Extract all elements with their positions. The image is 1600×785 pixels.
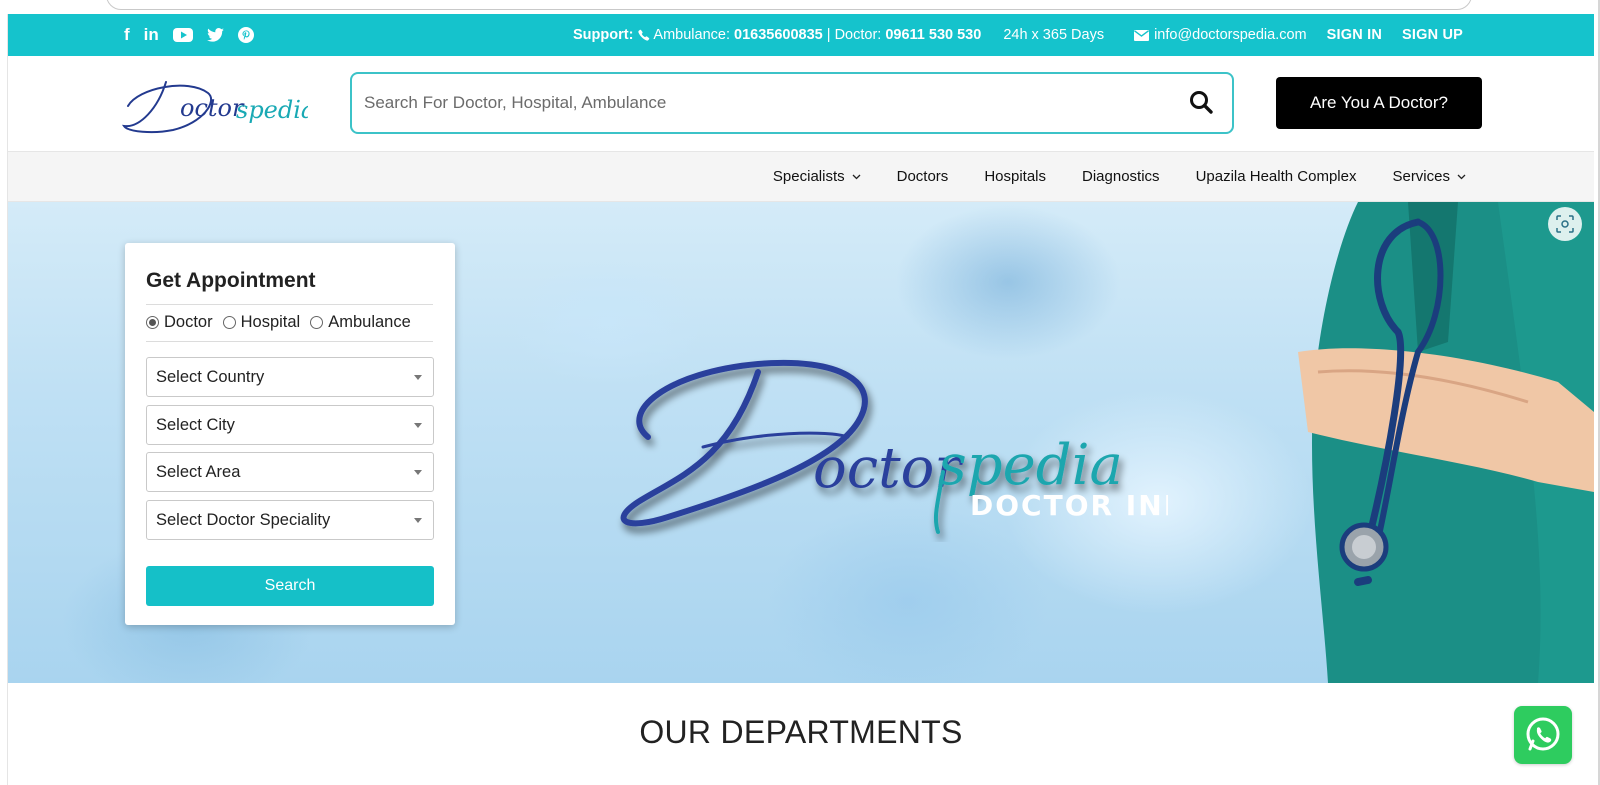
visual-search-icon[interactable]: [1548, 207, 1582, 241]
nav-label: Diagnostics: [1082, 168, 1160, 185]
browser-top-strip: [0, 0, 1600, 14]
nav-item-hospitals[interactable]: Hospitals: [984, 168, 1046, 185]
nav-item-doctors[interactable]: Doctors: [897, 168, 949, 185]
nav-label: Upazila Health Complex: [1195, 168, 1357, 185]
search-icon[interactable]: [1188, 89, 1216, 117]
header: octor spedia Are You A Doctor?: [8, 56, 1594, 151]
hero-brand-subtitle: DOCTOR INFO: [970, 489, 1168, 522]
nav-items: Specialists Doctors Hospitals Diagnostic…: [773, 152, 1466, 201]
doctor-label: Doctor:: [834, 27, 882, 43]
search-box: [350, 72, 1234, 134]
caret-down-icon: [414, 423, 422, 428]
whatsapp-icon[interactable]: [1514, 706, 1572, 764]
svg-text:spedia: spedia: [236, 96, 308, 124]
select-city[interactable]: Select City: [146, 405, 434, 445]
nav-item-services[interactable]: Services: [1392, 168, 1466, 185]
sign-in-link[interactable]: SIGN IN: [1327, 27, 1382, 43]
linkedin-icon[interactable]: in: [144, 25, 159, 45]
divider: [146, 341, 433, 342]
radio-label: Hospital: [240, 313, 301, 331]
nav-label: Hospitals: [984, 168, 1047, 185]
caret-down-icon: [414, 518, 422, 523]
nav-label: Doctors: [896, 168, 949, 185]
ambulance-label: Ambulance:: [653, 27, 730, 43]
appointment-title: Get Appointment: [146, 269, 316, 292]
select-value: Select Area: [156, 462, 241, 481]
facebook-icon[interactable]: f: [124, 25, 130, 45]
twitter-icon[interactable]: [206, 25, 224, 45]
divider: [146, 304, 433, 305]
are-you-a-doctor-button[interactable]: Are You A Doctor?: [1276, 77, 1482, 129]
site-logo[interactable]: octor spedia: [118, 68, 315, 138]
radio-label: Ambulance: [328, 313, 411, 331]
hero-brand-logo: octor spedia DOCTOR INFO: [608, 352, 1209, 542]
email-link[interactable]: info@doctorspedia.com: [1134, 27, 1307, 43]
main-nav: Specialists Doctors Hospitals Diagnostic…: [8, 151, 1594, 202]
top-bar: f in Support: Ambulance: 01635600835 | D…: [8, 14, 1594, 56]
radio-circle[interactable]: [310, 316, 324, 329]
pinterest-icon[interactable]: [237, 25, 254, 45]
hours-text: 24h x 365 Days: [1003, 27, 1105, 43]
radio-ambulance[interactable]: Ambulance: [310, 313, 411, 332]
browser-address-bar[interactable]: [106, 0, 1472, 10]
doctor-with-stethoscope-image: [1298, 202, 1594, 683]
departments-heading: OUR DEPARTMENTS: [639, 714, 963, 750]
social-links: f in: [124, 14, 254, 56]
support-info: Support: Ambulance: 01635600835 | Doctor…: [573, 14, 1463, 56]
ambulance-number[interactable]: 01635600835: [734, 27, 823, 43]
nav-item-diagnostics[interactable]: Diagnostics: [1082, 168, 1160, 185]
phone-icon: [637, 29, 650, 42]
nav-item-upazila-health-complex[interactable]: Upazila Health Complex: [1196, 168, 1357, 185]
search-input[interactable]: [364, 74, 1164, 132]
radio-circle[interactable]: [222, 316, 236, 329]
radio-doctor[interactable]: Doctor: [146, 313, 213, 332]
caret-down-icon: [414, 470, 422, 475]
envelope-icon: [1134, 29, 1150, 41]
support-label: Support:: [573, 27, 634, 43]
chevron-down-icon: [1457, 174, 1466, 179]
select-value: Select Country: [156, 367, 265, 386]
youtube-icon[interactable]: [172, 25, 193, 45]
appointment-form: Get Appointment Doctor Hospital Ambulanc…: [125, 243, 455, 625]
radio-label: Doctor: [164, 313, 213, 331]
caret-down-icon: [414, 375, 422, 380]
website: f in Support: Ambulance: 01635600835 | D…: [7, 14, 1594, 785]
separator: |: [822, 27, 835, 43]
doctor-number[interactable]: 09611 530 530: [885, 27, 981, 43]
appointment-type-radios: Doctor Hospital Ambulance: [146, 313, 421, 332]
radio-circle[interactable]: [146, 316, 159, 329]
radio-hospital[interactable]: Hospital: [222, 313, 301, 332]
select-doctor-speciality[interactable]: Select Doctor Speciality: [146, 500, 434, 540]
chevron-down-icon: [852, 174, 861, 179]
select-value: Select Doctor Speciality: [156, 510, 331, 529]
select-area[interactable]: Select Area: [146, 452, 434, 492]
email-text: info@doctorspedia.com: [1154, 27, 1307, 43]
nav-item-specialists[interactable]: Specialists: [773, 168, 861, 185]
select-value: Select City: [156, 415, 235, 434]
nav-label: Specialists: [772, 168, 845, 185]
hero-banner: Get Appointment Doctor Hospital Ambulanc…: [8, 202, 1594, 683]
select-country[interactable]: Select Country: [146, 357, 434, 397]
nav-label: Services: [1392, 168, 1450, 185]
appointment-search-button[interactable]: Search: [146, 566, 434, 606]
sign-up-link[interactable]: SIGN UP: [1402, 27, 1463, 43]
